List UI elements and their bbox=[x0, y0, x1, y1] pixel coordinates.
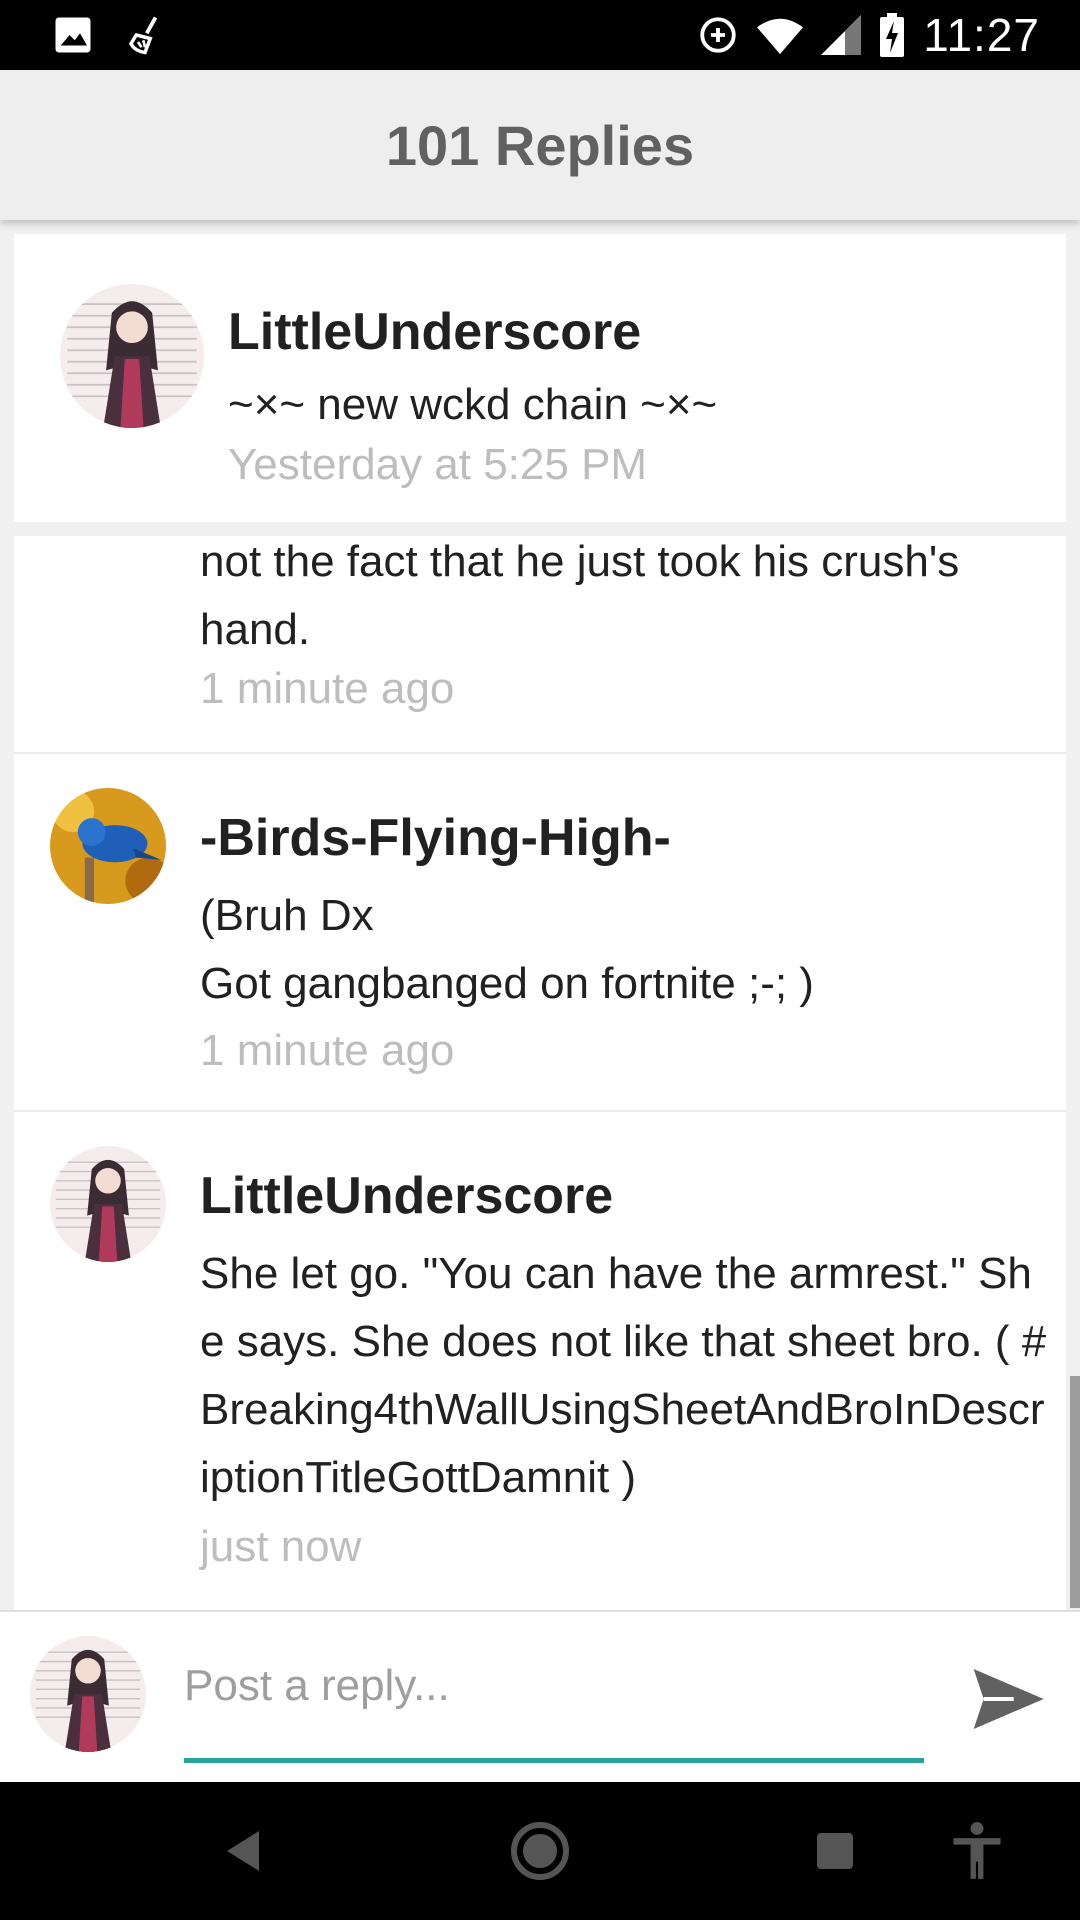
accessibility-button[interactable] bbox=[940, 1816, 1014, 1890]
reply-list: not the fact that he just took his crush… bbox=[14, 536, 1066, 1610]
avatar bbox=[30, 1636, 146, 1752]
send-icon bbox=[967, 1659, 1047, 1744]
list-item: -Birds-Flying-High- (Bruh Dx Got gangban… bbox=[14, 754, 1066, 1112]
reply-text: (Bruh Dx Got gangbanged on fortnite ;-; … bbox=[200, 891, 814, 1008]
back-icon bbox=[223, 1829, 263, 1878]
page-title: 101 Replies bbox=[385, 113, 695, 177]
navigation-bar bbox=[0, 1782, 1080, 1920]
avatar[interactable] bbox=[60, 284, 204, 428]
send-button[interactable] bbox=[962, 1656, 1052, 1746]
app-bar: 101 Replies bbox=[0, 70, 1080, 220]
status-time: 11:27 bbox=[923, 9, 1040, 61]
reply-composer bbox=[0, 1610, 1080, 1782]
recents-button[interactable] bbox=[798, 1816, 872, 1890]
list-item: LittleUnderscore She let go. "You can ha… bbox=[14, 1112, 1066, 1610]
back-button[interactable] bbox=[206, 1816, 280, 1890]
post-author[interactable]: LittleUnderscore bbox=[228, 302, 641, 362]
input-underline bbox=[184, 1758, 924, 1763]
thread-content[interactable]: LittleUnderscore ~×~ new wckd chain ~×~ … bbox=[0, 220, 1080, 1610]
reply-text: She let go. "You can have the armrest." … bbox=[200, 1249, 1047, 1502]
battery-charging-icon bbox=[879, 13, 905, 57]
reply-author[interactable]: LittleUnderscore bbox=[200, 1166, 613, 1226]
avatar[interactable] bbox=[50, 788, 166, 904]
data-saver-icon bbox=[697, 14, 739, 56]
image-icon bbox=[52, 14, 94, 56]
reply-timestamp: 1 minute ago bbox=[200, 1026, 455, 1075]
status-bar: 11:27 bbox=[0, 0, 1080, 70]
recents-icon bbox=[815, 1831, 855, 1876]
original-post[interactable]: LittleUnderscore ~×~ new wckd chain ~×~ … bbox=[14, 234, 1066, 522]
post-title: ~×~ new wckd chain ~×~ bbox=[228, 380, 718, 429]
home-button[interactable] bbox=[503, 1816, 577, 1890]
broom-icon bbox=[124, 12, 166, 58]
reply-author[interactable]: -Birds-Flying-High- bbox=[200, 808, 671, 868]
avatar[interactable] bbox=[50, 1146, 166, 1262]
reply-timestamp: just now bbox=[200, 1522, 362, 1571]
wifi-icon bbox=[757, 15, 804, 55]
accessibility-icon bbox=[950, 1821, 1004, 1886]
scrollbar-thumb[interactable] bbox=[1070, 1376, 1080, 1608]
reply-input[interactable] bbox=[184, 1646, 924, 1726]
reply-timestamp: 1 minute ago bbox=[200, 664, 455, 713]
reply-text: not the fact that he just took his crush… bbox=[200, 537, 960, 654]
signal-icon bbox=[821, 15, 862, 55]
list-item: not the fact that he just took his crush… bbox=[14, 536, 1066, 754]
post-timestamp: Yesterday at 5:25 PM bbox=[228, 440, 648, 489]
home-icon bbox=[510, 1821, 570, 1886]
